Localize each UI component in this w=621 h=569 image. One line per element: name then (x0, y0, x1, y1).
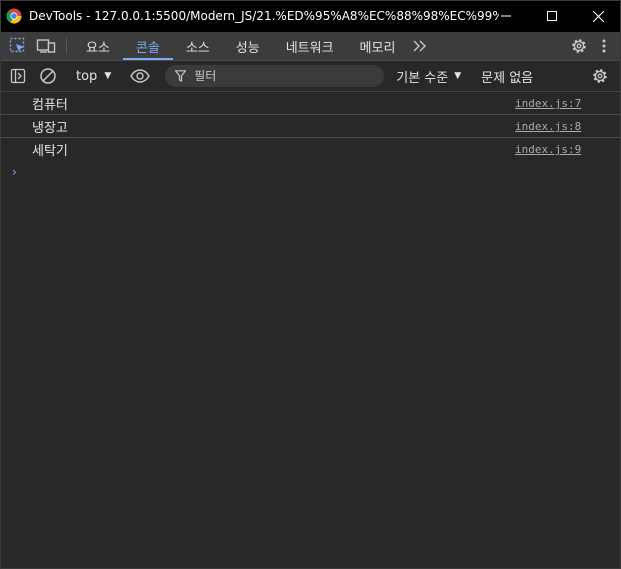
inspect-element-icon (9, 37, 25, 53)
caret-down-icon: ▼ (454, 71, 462, 81)
log-levels-dropdown[interactable]: 기본 수준 ▼ (396, 67, 461, 86)
tab-label: 메모리 (359, 40, 396, 56)
toolbar-actions (578, 61, 621, 91)
tabbar-actions (552, 32, 621, 60)
settings-button[interactable] (565, 37, 593, 55)
caret-down-icon: ▼ (104, 71, 112, 81)
live-expression-button[interactable] (126, 61, 154, 91)
levels-label: 기본 수준 (396, 70, 449, 86)
console-message: 컴퓨터 index.js:7 (0, 92, 621, 115)
tab-label: 성능 (235, 40, 260, 56)
double-chevron-right-icon (413, 40, 427, 52)
window-controls (483, 0, 621, 32)
close-button[interactable] (575, 0, 621, 32)
console-message: 냉장고 index.js:8 (0, 115, 621, 138)
maximize-button[interactable] (529, 0, 575, 32)
maximize-icon (547, 11, 557, 21)
console-output: 컴퓨터 index.js:7 냉장고 index.js:8 세탁기 index.… (0, 92, 621, 183)
js-context-select[interactable]: top ▼ (70, 69, 117, 84)
message-text: 냉장고 (32, 120, 68, 136)
source-link[interactable]: index.js:7 (515, 97, 585, 110)
panel-tabbar: 요소 콘솔 소스 성능 네트워크 메모리 (0, 32, 621, 61)
gear-icon (572, 39, 586, 53)
sidebar-toggle-icon (10, 68, 26, 84)
tab-label: 소스 (185, 40, 210, 56)
device-toolbar-button[interactable] (32, 32, 60, 60)
tab-network[interactable]: 네트워크 (273, 32, 347, 60)
tab-elements[interactable]: 요소 (73, 32, 123, 60)
toolbar-divider (66, 38, 67, 54)
close-icon (592, 10, 604, 22)
console-toolbar: top ▼ 기본 수준 ▼ 문제 없음 (0, 61, 621, 92)
device-toggle-icon (36, 39, 56, 53)
filter-input[interactable] (194, 69, 365, 83)
tab-memory[interactable]: 메모리 (347, 32, 409, 60)
prompt-chevron-icon: › (12, 165, 17, 179)
message-text: 컴퓨터 (32, 97, 68, 113)
eye-icon (130, 69, 151, 83)
source-link[interactable]: index.js:8 (515, 120, 585, 133)
more-tabs-button[interactable] (408, 32, 432, 60)
context-value: top (76, 68, 98, 84)
filter-box[interactable] (165, 65, 385, 87)
window-title: DevTools - 127.0.0.1:5500/Modern_JS/21.%… (29, 9, 499, 23)
tab-console[interactable]: 콘솔 (122, 32, 173, 60)
console-prompt[interactable]: › (0, 161, 621, 183)
chrome-icon (6, 8, 22, 24)
tab-performance[interactable]: 성능 (223, 32, 273, 60)
kebab-menu-icon (602, 39, 606, 53)
console-settings-button[interactable] (587, 61, 613, 91)
tab-label: 네트워크 (285, 40, 334, 56)
clear-icon (40, 68, 56, 84)
show-sidebar-button[interactable] (5, 61, 31, 91)
filter-icon (175, 70, 187, 82)
inspect-element-button[interactable] (4, 32, 32, 60)
more-options-button[interactable] (593, 39, 615, 53)
source-link[interactable]: index.js:9 (515, 143, 585, 156)
message-text: 세탁기 (32, 144, 68, 159)
window-titlebar: DevTools - 127.0.0.1:5500/Modern_JS/21.%… (0, 0, 621, 32)
issues-counter[interactable]: 문제 없음 (481, 67, 533, 86)
console-message: 세탁기 index.js:9 (0, 138, 621, 161)
minimize-icon (501, 15, 511, 17)
minimize-button[interactable] (483, 0, 529, 32)
tab-label: 콘솔 (135, 40, 160, 56)
clear-console-button[interactable] (35, 61, 61, 91)
tab-label: 요소 (86, 40, 110, 56)
gear-icon (593, 69, 607, 83)
tab-sources[interactable]: 소스 (173, 32, 223, 60)
